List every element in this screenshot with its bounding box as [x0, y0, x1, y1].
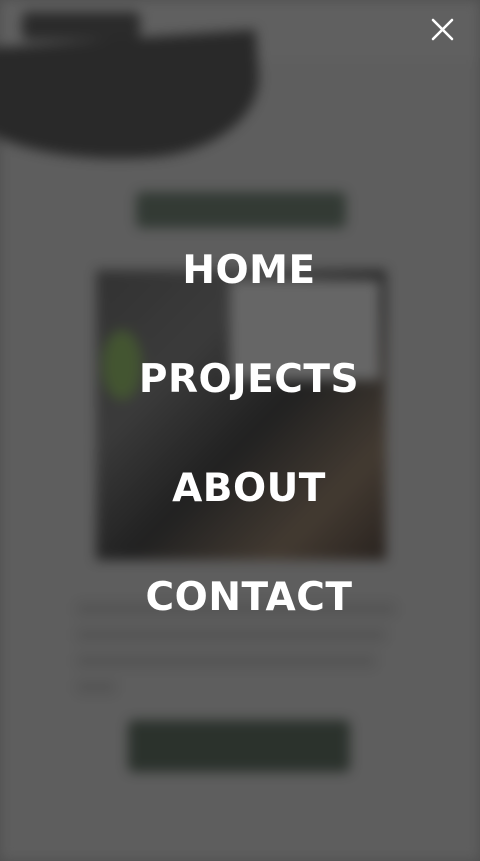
nav-link-projects[interactable]: PROJECTS	[0, 355, 480, 405]
nav-link-contact[interactable]: CONTACT	[0, 573, 480, 623]
nav-link-home[interactable]: HOME	[0, 246, 480, 296]
nav-link-about[interactable]: ABOUT	[0, 464, 480, 514]
mobile-nav-menu: HOME PROJECTS ABOUT CONTACT	[0, 0, 480, 861]
